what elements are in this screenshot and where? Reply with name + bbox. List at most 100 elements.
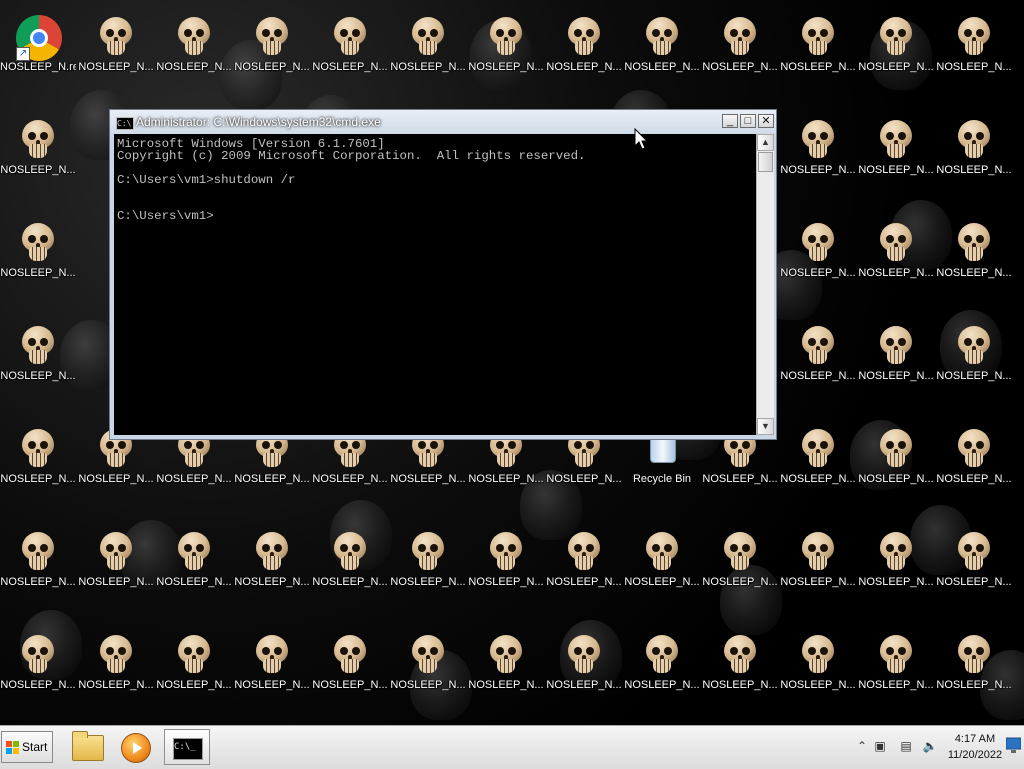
skull-icon	[724, 17, 756, 55]
desktop-icon-nosleep[interactable]: NOSLEEP_N...	[546, 625, 622, 725]
desktop-icon-nosleep[interactable]: NOSLEEP_N...	[390, 522, 466, 622]
desktop-icon-nosleep[interactable]: NOSLEEP_N...	[312, 7, 388, 107]
icon-label: NOSLEEP_N.re	[0, 61, 76, 73]
taskbar-media-player-button[interactable]	[114, 729, 154, 765]
skull-icon	[802, 120, 834, 158]
desktop-icon-nosleep[interactable]: NOSLEEP_N...	[468, 522, 544, 622]
maximize-button[interactable]: □	[740, 114, 756, 128]
vertical-scrollbar[interactable]: ▲ ▼	[756, 134, 774, 435]
desktop-icon-nosleep[interactable]: NOSLEEP_N...	[780, 7, 856, 107]
desktop-icon-nosleep[interactable]: NOSLEEP_N...	[858, 213, 934, 313]
desktop-icon-nosleep[interactable]: NOSLEEP_N...	[936, 213, 1012, 313]
desktop-icon-nosleep[interactable]: NOSLEEP_N...	[468, 7, 544, 107]
action-center-icon[interactable]: ▣	[872, 738, 888, 754]
desktop-icon-nosleep[interactable]: NOSLEEP_N...	[702, 625, 778, 725]
icon-label: NOSLEEP_N...	[0, 679, 76, 691]
icon-label: NOSLEEP_N...	[312, 679, 388, 691]
desktop-icon-nosleep[interactable]: NOSLEEP_N...	[858, 7, 934, 107]
icon-label: NOSLEEP_N...	[468, 576, 544, 588]
desktop-icon-nosleep[interactable]: NOSLEEP_N...	[390, 625, 466, 725]
desktop-icon-nosleep[interactable]: NOSLEEP_N...	[624, 7, 700, 107]
clock-time[interactable]: 4:17 AM	[944, 733, 1006, 745]
clock-date[interactable]: 11/20/2022	[944, 749, 1006, 761]
icon-label: NOSLEEP_N...	[156, 61, 232, 73]
desktop-icon-nosleep[interactable]: NOSLEEP_N...	[702, 522, 778, 622]
desktop-icon-nosleep[interactable]: NOSLEEP_N...	[0, 316, 76, 416]
desktop-icon-nosleep[interactable]: NOSLEEP_N...	[858, 419, 934, 519]
desktop-icon-nosleep[interactable]: NOSLEEP_N...	[936, 522, 1012, 622]
skull-icon	[256, 635, 288, 673]
icon-label: NOSLEEP_N...	[234, 61, 310, 73]
desktop-icon-nosleep[interactable]: NOSLEEP_N...	[78, 7, 154, 107]
scroll-down-button[interactable]: ▼	[757, 418, 774, 435]
desktop-icon-nosleep[interactable]: NOSLEEP_N...	[780, 213, 856, 313]
desktop-icon-nosleep[interactable]: NOSLEEP_N...	[156, 625, 232, 725]
icon-label: NOSLEEP_N...	[0, 576, 76, 588]
skull-icon	[490, 17, 522, 55]
skull-icon	[880, 429, 912, 467]
desktop-icon-nosleep[interactable]: NOSLEEP_N...	[858, 316, 934, 416]
desktop-icon-nosleep[interactable]: NOSLEEP_N...	[858, 625, 934, 725]
icon-label: NOSLEEP_N...	[858, 679, 934, 691]
desktop-icon-nosleep[interactable]: NOSLEEP_N...	[702, 7, 778, 107]
skull-icon	[880, 120, 912, 158]
desktop-icon-nosleep[interactable]: NOSLEEP_N...	[936, 7, 1012, 107]
shortcut-arrow-icon: ↗	[16, 47, 30, 61]
desktop-icon-nosleep[interactable]: NOSLEEP_N...	[780, 316, 856, 416]
skull-icon	[880, 532, 912, 570]
desktop-icon-chrome[interactable]: ↗ NOSLEEP_N.re	[0, 7, 76, 107]
desktop-icon-nosleep[interactable]: NOSLEEP_N...	[312, 522, 388, 622]
taskbar-cmd-button[interactable]: C:\_	[164, 729, 210, 765]
icon-label: NOSLEEP_N...	[390, 473, 466, 485]
show-desktop-button[interactable]	[1006, 736, 1021, 756]
desktop-icon-nosleep[interactable]: NOSLEEP_N...	[156, 7, 232, 107]
skull-icon	[958, 532, 990, 570]
desktop-icon-nosleep[interactable]: NOSLEEP_N...	[234, 7, 310, 107]
desktop-icon-nosleep[interactable]: NOSLEEP_N...	[0, 213, 76, 313]
desktop-icon-nosleep[interactable]: NOSLEEP_N...	[624, 522, 700, 622]
desktop-icon-nosleep[interactable]: NOSLEEP_N...	[78, 522, 154, 622]
desktop-icon-nosleep[interactable]: NOSLEEP_N...	[936, 316, 1012, 416]
console-output[interactable]: Microsoft Windows [Version 6.1.7601] Copy…	[114, 134, 756, 435]
scrollbar-thumb[interactable]	[758, 152, 773, 172]
start-button[interactable]: Start	[1, 731, 53, 763]
desktop-icon-nosleep[interactable]: NOSLEEP_N...	[0, 110, 76, 210]
desktop-icon-nosleep[interactable]: NOSLEEP_N...	[858, 522, 934, 622]
speaker-icon[interactable]: 🔈	[922, 738, 938, 754]
desktop-icon-nosleep[interactable]: NOSLEEP_N...	[780, 625, 856, 725]
desktop-icon-nosleep[interactable]: NOSLEEP_N...	[936, 419, 1012, 519]
taskbar-explorer-button[interactable]	[67, 729, 107, 765]
desktop-icon-nosleep[interactable]: NOSLEEP_N...	[156, 522, 232, 622]
desktop-icon-nosleep[interactable]: NOSLEEP_N...	[78, 625, 154, 725]
desktop-icon-nosleep[interactable]: NOSLEEP_N...	[390, 7, 466, 107]
desktop-icon-nosleep[interactable]: NOSLEEP_N...	[234, 522, 310, 622]
desktop-icon-nosleep[interactable]: NOSLEEP_N...	[936, 625, 1012, 725]
icon-label: NOSLEEP_N...	[390, 679, 466, 691]
desktop-icon-nosleep[interactable]: NOSLEEP_N...	[468, 625, 544, 725]
skull-icon	[802, 429, 834, 467]
skull-icon	[958, 635, 990, 673]
show-hidden-icons-button[interactable]: ⌃	[854, 738, 870, 754]
cmd-titlebar[interactable]: C:\ Administrator: C:\Windows\system32\c…	[110, 110, 776, 134]
desktop-icon-nosleep[interactable]: NOSLEEP_N...	[0, 419, 76, 519]
desktop-icon-nosleep[interactable]: NOSLEEP_N...	[936, 110, 1012, 210]
desktop-icon-nosleep[interactable]: NOSLEEP_N...	[624, 625, 700, 725]
desktop-icon-nosleep[interactable]: NOSLEEP_N...	[0, 625, 76, 725]
minimize-button[interactable]: _	[722, 114, 738, 128]
desktop-icon-nosleep[interactable]: NOSLEEP_N...	[234, 625, 310, 725]
close-button[interactable]: ✕	[758, 114, 774, 128]
desktop-icon-nosleep[interactable]: NOSLEEP_N...	[546, 522, 622, 622]
desktop-icon-nosleep[interactable]: NOSLEEP_N...	[780, 110, 856, 210]
desktop-icon-nosleep[interactable]: NOSLEEP_N...	[312, 625, 388, 725]
skull-icon	[334, 17, 366, 55]
scroll-up-button[interactable]: ▲	[757, 134, 774, 151]
desktop-icon-nosleep[interactable]: NOSLEEP_N...	[780, 419, 856, 519]
icon-label: NOSLEEP_N...	[780, 473, 856, 485]
network-icon[interactable]: ▤	[898, 738, 914, 754]
desktop-icon-nosleep[interactable]: NOSLEEP_N...	[858, 110, 934, 210]
desktop-icon-nosleep[interactable]: NOSLEEP_N...	[780, 522, 856, 622]
cmd-window[interactable]: C:\ Administrator: C:\Windows\system32\c…	[109, 109, 777, 440]
desktop-icon-nosleep[interactable]: NOSLEEP_N...	[0, 522, 76, 622]
skull-icon	[568, 17, 600, 55]
desktop-icon-nosleep[interactable]: NOSLEEP_N...	[546, 7, 622, 107]
